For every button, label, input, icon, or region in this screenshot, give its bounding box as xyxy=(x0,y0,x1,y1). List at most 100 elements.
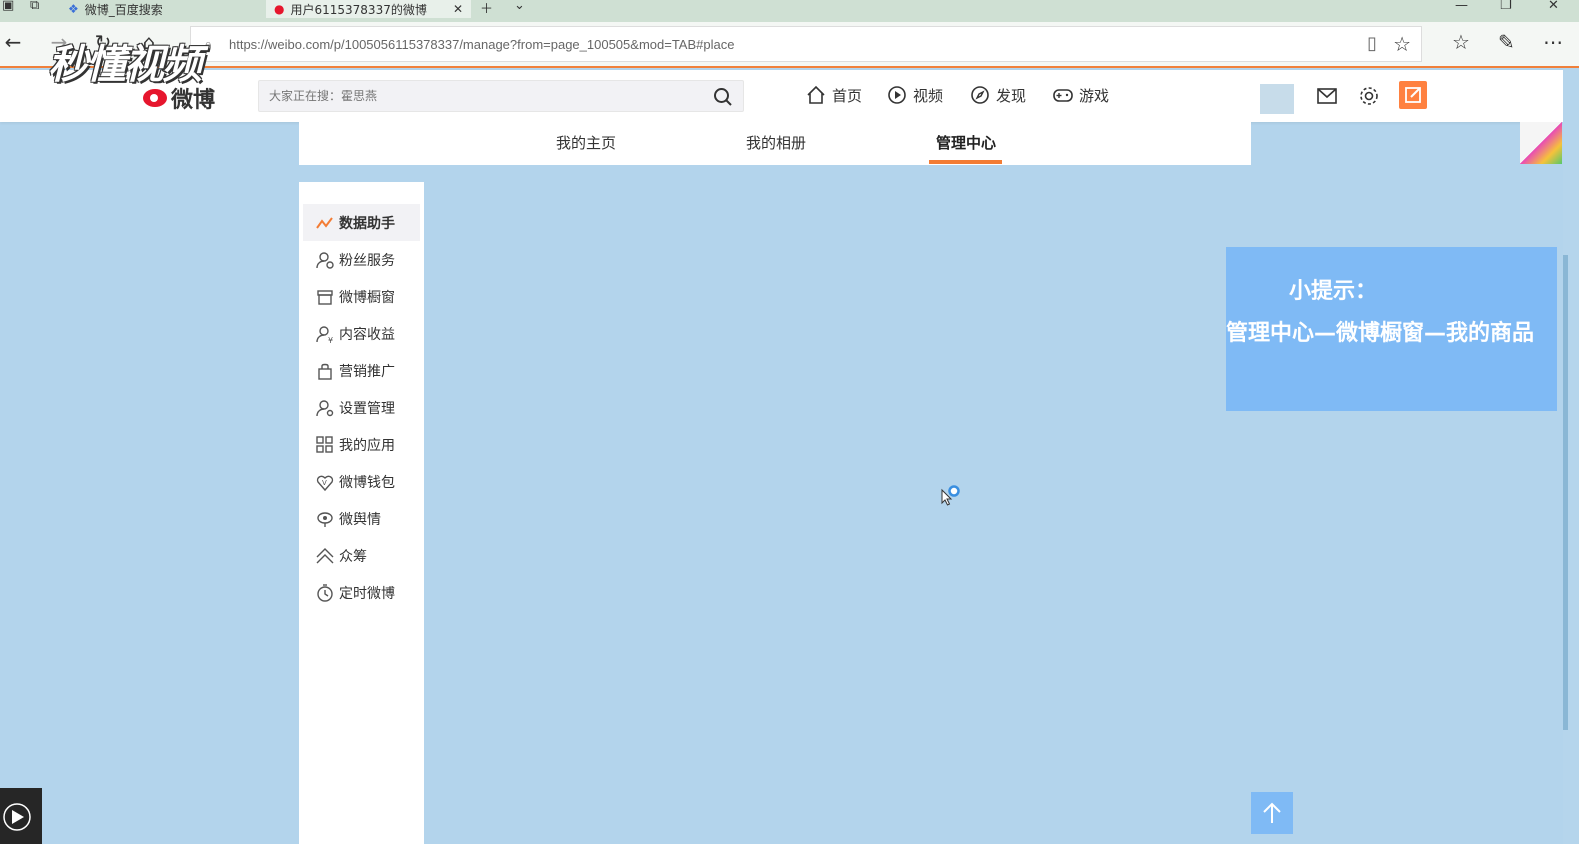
sidebar-item-data-assistant[interactable]: 数据助手 xyxy=(303,204,420,241)
favorite-star-icon[interactable]: ☆ xyxy=(1393,32,1411,56)
browser-nav-bar: ← → ↻ ⌂ 🔒︎ https://weibo.com/p/100505611… xyxy=(0,22,1579,68)
write-post-button[interactable] xyxy=(1399,81,1427,109)
edit-icon xyxy=(1405,87,1421,103)
sidebar-item-weibo-showcase[interactable]: 微博橱窗 xyxy=(299,278,424,315)
tip-title: 小提示： xyxy=(1289,279,1378,304)
bag-icon xyxy=(318,363,332,380)
mouse-cursor-icon xyxy=(941,485,960,506)
browser-tab-baidu[interactable]: ❖ 微博_百度搜索 xyxy=(60,0,260,18)
search-input[interactable] xyxy=(259,81,689,111)
baidu-favicon-icon: ❖ xyxy=(68,2,79,16)
sidebar-item-settings-management[interactable]: 设置管理 xyxy=(299,389,424,426)
sidebar-item-label: 营销推广 xyxy=(339,363,395,380)
browser-tab-label: 微博_百度搜索 xyxy=(84,2,163,17)
sidebar-item-weibo-wallet[interactable]: V 微博钱包 xyxy=(299,463,424,500)
sidebar-item-my-apps[interactable]: 我的应用 xyxy=(299,426,424,463)
tab-my-home[interactable]: 我的主页 xyxy=(556,132,616,153)
nav-label: 首页 xyxy=(832,86,863,105)
sidebar-item-scheduled-post[interactable]: 定时微博 xyxy=(299,574,424,611)
tab-preview-icon[interactable]: ⧉ xyxy=(30,0,39,13)
close-tab-icon[interactable]: ✕ xyxy=(453,2,463,16)
sidebar-item-label: 定时微博 xyxy=(339,585,395,602)
crowdfund-icon xyxy=(316,547,334,563)
browser-tab-label: 用户6115378337的微博 xyxy=(290,2,427,17)
svg-text:¥: ¥ xyxy=(328,336,333,344)
sidebar-item-label: 设置管理 xyxy=(339,400,395,417)
video-watermark: 秒懂视频 xyxy=(48,42,202,88)
timer-icon xyxy=(317,583,333,602)
reading-view-icon[interactable]: ▯ xyxy=(1367,33,1377,54)
minimize-icon[interactable]: — xyxy=(1455,0,1468,13)
nav-label: 游戏 xyxy=(1079,86,1110,105)
sidebar-item-label: 内容收益 xyxy=(339,326,395,343)
sidebar-item-marketing[interactable]: 营销推广 xyxy=(299,352,424,389)
page-scrollbar[interactable] xyxy=(1563,70,1579,844)
nav-video[interactable]: 视频 xyxy=(886,84,943,106)
video-play-button[interactable] xyxy=(0,788,42,844)
tab-my-album[interactable]: 我的相册 xyxy=(746,132,806,153)
sidebar-item-label: 微博橱窗 xyxy=(339,289,395,306)
sidebar-item-label: 微舆情 xyxy=(339,511,381,528)
nav-home[interactable]: 首页 xyxy=(805,84,862,106)
sidebar-item-label: 粉丝服务 xyxy=(339,252,395,269)
nav-game[interactable]: 游戏 xyxy=(1052,84,1109,106)
url-text[interactable]: https://weibo.com/p/1005056115378337/man… xyxy=(229,37,734,52)
tip-body: 管理中心—微博橱窗—我的商品 xyxy=(1226,321,1535,346)
browser-tab-weibo[interactable]: ● 用户6115378337的微博 ✕ xyxy=(266,0,471,18)
eye-icon xyxy=(317,511,333,527)
discover-icon xyxy=(971,86,989,104)
shop-icon xyxy=(317,289,333,305)
play-icon xyxy=(3,803,31,831)
active-tab-indicator xyxy=(929,160,1002,164)
avatar[interactable] xyxy=(1260,84,1294,114)
pen-icon[interactable]: ✎ xyxy=(1498,30,1515,54)
video-icon xyxy=(888,86,906,104)
profile-tabs: 我的主页 我的相册 管理中心 xyxy=(299,122,1251,165)
weibo-logo-icon xyxy=(143,89,167,107)
tip-box: 小提示： 管理中心—微博橱窗—我的商品 xyxy=(1226,247,1557,411)
corner-decoration xyxy=(1520,122,1562,164)
back-icon[interactable]: ← xyxy=(0,30,26,54)
search-box xyxy=(258,80,744,112)
wallet-icon: V xyxy=(316,475,334,491)
home-icon xyxy=(807,85,825,104)
nav-discover[interactable]: 发现 xyxy=(969,84,1026,106)
restore-icon[interactable]: ❐ xyxy=(1500,0,1512,13)
window-menu-icon[interactable]: ▣ xyxy=(2,0,14,13)
mail-icon[interactable] xyxy=(1315,84,1339,108)
tab-management-center[interactable]: 管理中心 xyxy=(936,132,996,153)
weibo-favicon-icon: ● xyxy=(274,2,285,16)
sidebar-item-label: 数据助手 xyxy=(339,215,395,232)
sidebar-item-crowdfunding[interactable]: 众筹 xyxy=(299,537,424,574)
sidebar-item-fans-service[interactable]: 粉丝服务 xyxy=(299,241,424,278)
nav-label: 视频 xyxy=(913,86,944,105)
lock-icon: 🔒︎ xyxy=(205,37,212,51)
scrollbar-thumb[interactable] xyxy=(1563,255,1568,730)
nav-label: 发现 xyxy=(996,86,1027,105)
favorites-list-icon[interactable]: ☆ xyxy=(1452,30,1470,54)
sidebar-item-label: 我的应用 xyxy=(339,437,395,454)
sidebar-item-label: 众筹 xyxy=(339,548,367,565)
arrow-up-icon xyxy=(1263,802,1281,823)
new-tab-icon[interactable]: ＋ xyxy=(480,0,493,17)
income-icon: ¥ xyxy=(316,325,333,344)
chart-icon xyxy=(316,216,333,229)
gear-icon[interactable] xyxy=(1357,84,1381,108)
sidebar-item-public-opinion[interactable]: 微舆情 xyxy=(299,500,424,537)
address-bar[interactable]: 🔒︎ https://weibo.com/p/1005056115378337/… xyxy=(190,26,1422,62)
close-window-icon[interactable]: ✕ xyxy=(1548,0,1559,13)
tab-dropdown-icon[interactable]: ⌄ xyxy=(514,0,525,13)
management-sidebar: 数据助手 粉丝服务 微博橱窗 ¥ 内容收益 营销推广 设置管理 我的应用 V 微… xyxy=(299,182,424,844)
game-icon xyxy=(1053,89,1073,102)
browser-tab-bar: ▣ ⧉ ❖ 微博_百度搜索 ● 用户6115378337的微博 ✕ ＋ ⌄ — … xyxy=(0,0,1579,22)
sidebar-item-label: 微博钱包 xyxy=(339,474,395,491)
svg-text:V: V xyxy=(322,479,327,487)
fans-icon xyxy=(316,251,334,269)
user-settings-icon xyxy=(316,399,334,416)
search-icon[interactable] xyxy=(713,87,733,107)
sidebar-item-content-income[interactable]: ¥ 内容收益 xyxy=(299,315,424,352)
weibo-header: 微博 首页 视频 发现 游戏 xyxy=(0,70,1563,122)
back-to-top-button[interactable] xyxy=(1251,792,1293,834)
apps-grid-icon xyxy=(316,435,333,453)
more-icon[interactable]: ⋯ xyxy=(1543,30,1563,54)
